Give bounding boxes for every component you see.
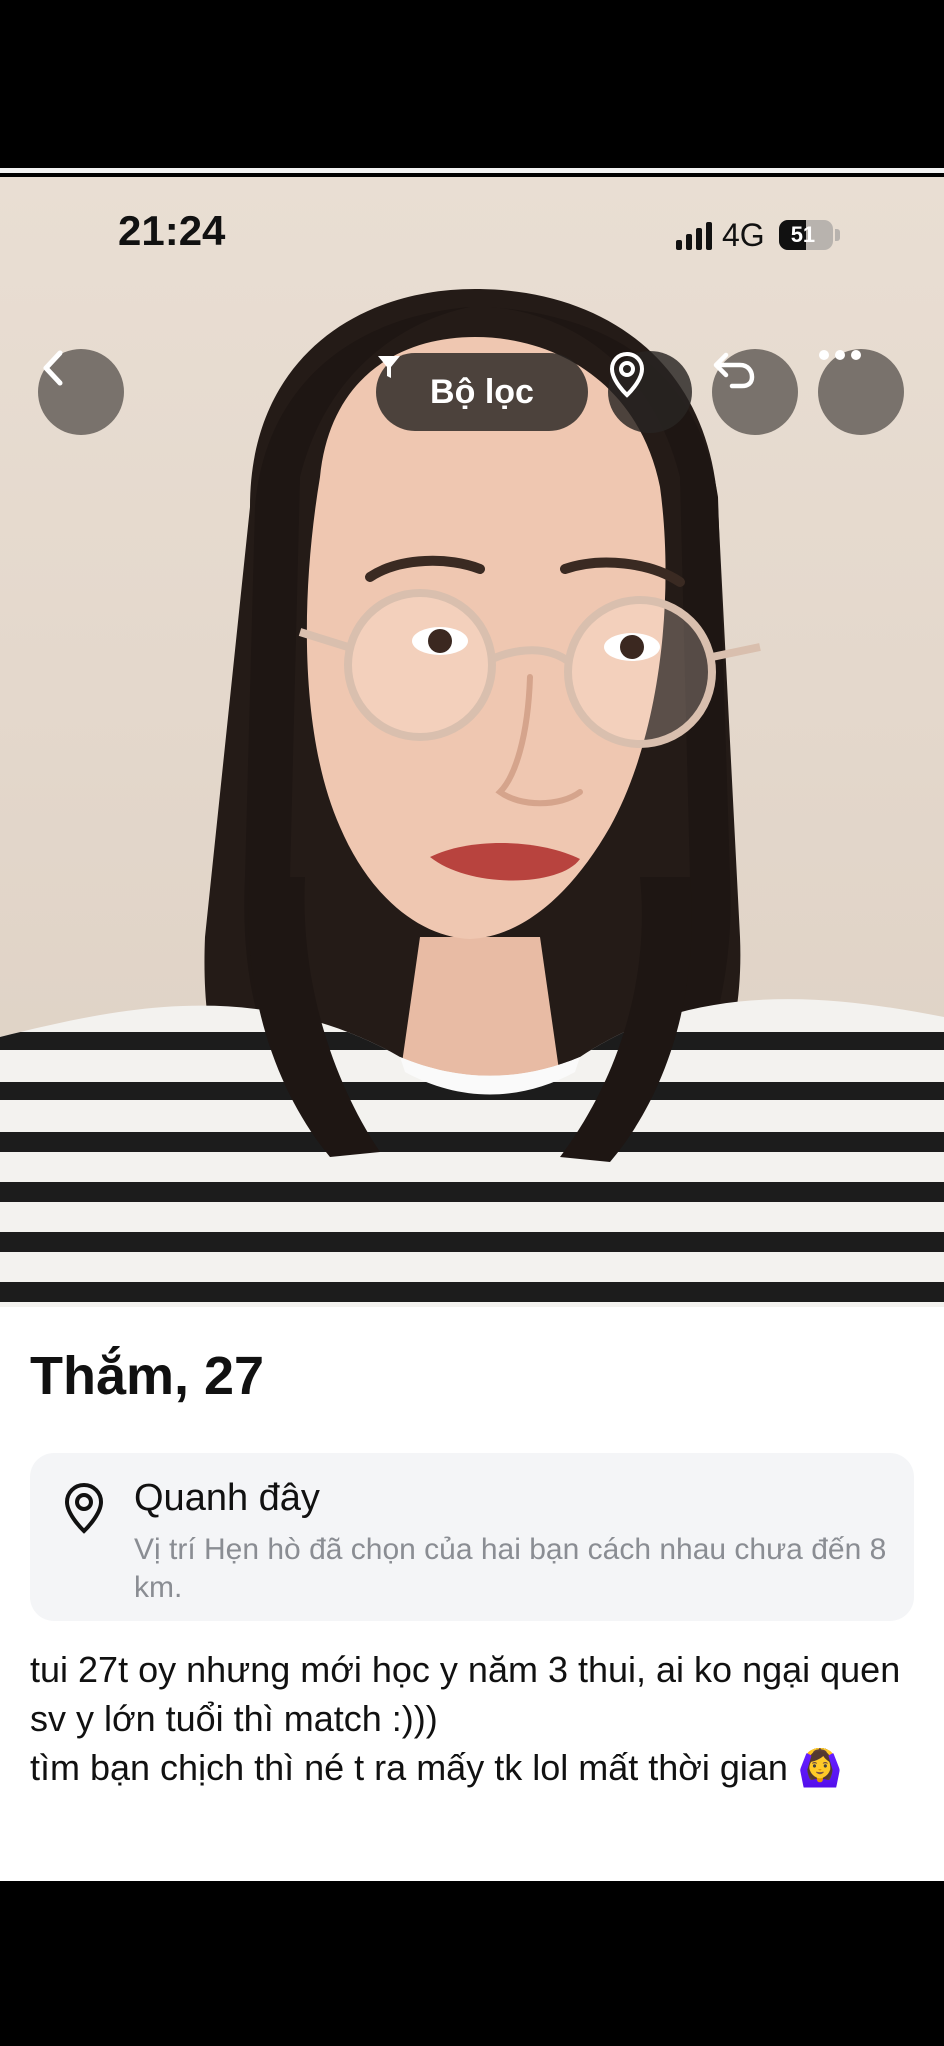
chevron-left-icon <box>43 350 63 386</box>
letterbox-top <box>0 0 944 168</box>
location-button[interactable] <box>608 351 692 433</box>
map-pin-icon <box>64 1482 104 1534</box>
portrait-illustration <box>0 288 944 1307</box>
battery-level: 51 <box>790 222 816 247</box>
profile-card: Thắm, 27 Quanh đây Vị trí Hẹn hò đã chọn… <box>0 1307 944 1881</box>
filter-button[interactable]: Bộ lọc <box>376 353 588 431</box>
ellipsis-icon <box>819 350 861 360</box>
signal-icon <box>676 220 712 250</box>
undo-icon <box>713 352 755 389</box>
more-options-button[interactable] <box>818 349 904 435</box>
profile-photo[interactable]: 21:24 4G 51 Bộ lọc <box>0 177 944 1307</box>
network-type: 4G <box>722 216 765 253</box>
letterbox-bottom <box>0 1881 944 2046</box>
battery-icon: 51 <box>778 220 833 250</box>
undo-button[interactable] <box>712 349 798 435</box>
map-pin-icon <box>609 351 645 398</box>
profile-name-age: Thắm, 27 <box>30 1346 265 1406</box>
profile-bio: tui 27t oy nhưng mới học y năm 3 thui, a… <box>30 1649 901 1788</box>
status-time: 21:24 <box>118 207 226 254</box>
location-title: Quanh đây <box>134 1477 320 1519</box>
status-indicators: 4G 51 <box>676 217 840 253</box>
battery-tip <box>834 229 840 241</box>
back-button[interactable] <box>38 349 124 435</box>
filter-label: Bộ lọc <box>430 372 534 411</box>
funnel-icon <box>378 356 400 378</box>
location-info-box: Quanh đây Vị trí Hẹn hò đã chọn của hai … <box>30 1453 914 1621</box>
location-description: Vị trí Hẹn hò đã chọn của hai bạn cách n… <box>134 1533 887 1604</box>
